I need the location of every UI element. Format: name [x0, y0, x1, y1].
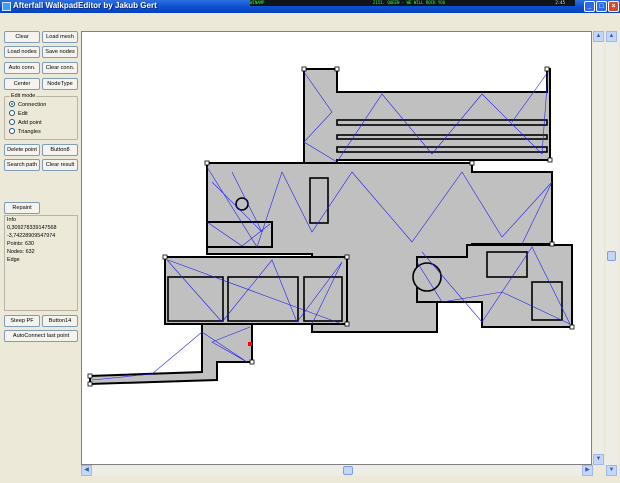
center-button[interactable]: Center [4, 78, 40, 90]
search-path-button[interactable]: Search path [4, 159, 40, 171]
load-nodes-button[interactable]: Load nodes [4, 46, 40, 58]
radio-triangles[interactable]: Triangles [9, 128, 41, 136]
winamp-strip[interactable]: WINAMP 2151. QUEEN - WE WILL ROCK YOU 2:… [250, 0, 575, 6]
corridor-strip-1 [336, 119, 548, 126]
info-line-y: -3,742289095479​74 [7, 233, 56, 239]
winamp-label: WINAMP [250, 0, 265, 5]
selected-node[interactable] [248, 342, 252, 346]
node[interactable] [87, 381, 93, 387]
radio-icon [9, 128, 15, 134]
autoconnect-last-point-button[interactable]: AutoConnect last point [4, 330, 78, 342]
winamp-track: 2151. QUEEN - WE WILL ROCK YOU [372, 0, 446, 5]
block-1 [309, 177, 329, 224]
radio-label: Edit [18, 111, 28, 117]
wall-shapes [89, 68, 573, 386]
corridor-strip-3 [336, 134, 548, 140]
info-line-x: 0,309278339147568 [7, 225, 57, 231]
edit-mode-caption: Edit mode [10, 93, 37, 99]
edit-mode-group: Edit mode Connection Edit Add point Tria… [4, 93, 78, 140]
clear-result-button[interactable]: Clear result [42, 159, 78, 171]
arrow-up-icon[interactable]: ▲ [606, 31, 617, 42]
canvas-vertical-scrollbar[interactable]: ▲ ▼ [593, 31, 604, 465]
delete-point-button[interactable]: Delete point [4, 144, 40, 156]
node[interactable] [249, 359, 255, 365]
minimize-button[interactable]: _ [584, 1, 595, 12]
node[interactable] [569, 324, 575, 330]
info-line-edge: Edge [7, 257, 20, 263]
corridor-strip-2 [336, 146, 548, 153]
room-a [167, 276, 224, 322]
radio-label: Add point [18, 120, 42, 126]
button14[interactable]: Button14 [42, 315, 78, 327]
block-3 [531, 281, 563, 321]
node[interactable] [162, 254, 168, 260]
info-caption: Info [7, 217, 16, 223]
radio-icon [9, 119, 15, 125]
clear-conn-button[interactable]: Clear conn. [42, 62, 78, 74]
canvas-horizontal-scrollbar[interactable]: ◀ ▶ [81, 465, 593, 476]
radio-selected-icon [9, 101, 15, 107]
node[interactable] [87, 373, 93, 379]
walkpad-map[interactable] [82, 32, 592, 465]
node[interactable] [301, 66, 307, 72]
clear-button[interactable]: Clear [4, 31, 40, 43]
radio-edit[interactable]: Edit [9, 110, 28, 118]
load-mesh-button[interactable]: Load mesh [42, 31, 78, 43]
southwest-spur [89, 323, 253, 386]
horizontal-scroll-thumb[interactable] [343, 466, 353, 475]
node[interactable] [469, 160, 475, 166]
node[interactable] [549, 241, 555, 247]
maximize-button[interactable]: □ [596, 1, 607, 12]
radio-add-point[interactable]: Add point [9, 119, 42, 127]
node[interactable] [544, 66, 550, 72]
close-button[interactable]: × [608, 1, 619, 12]
arrow-left-icon[interactable]: ◀ [81, 465, 92, 476]
winamp-time: 2:45 [555, 0, 565, 5]
info-line-points: Points: 630 [7, 241, 34, 247]
block-2 [486, 251, 528, 278]
arrow-down-icon[interactable]: ▼ [593, 454, 604, 465]
app-icon [2, 2, 11, 11]
west-room [206, 221, 273, 248]
north-corridors [303, 68, 551, 169]
vertical-scroll-thumb[interactable] [607, 251, 616, 261]
window-vertical-scrollbar[interactable]: ▲ ▼ [606, 31, 618, 476]
map-canvas[interactable] [81, 31, 592, 465]
title-bar: Afterfall WalkpadEditor by Jakub Gert WI… [0, 0, 620, 13]
radio-label: Connection [18, 102, 47, 108]
steep-pf-button[interactable]: Steep PF [4, 315, 40, 327]
node[interactable] [334, 66, 340, 72]
radio-label: Triangles [18, 129, 41, 135]
node[interactable] [547, 157, 553, 163]
info-line-nodes: Nodes: 632 [7, 249, 35, 255]
arrow-up-icon[interactable]: ▲ [593, 31, 604, 42]
arrow-right-icon[interactable]: ▶ [582, 465, 593, 476]
save-nodes-button[interactable]: Save nodes [42, 46, 78, 58]
window-title: Afterfall WalkpadEditor by Jakub Gert [13, 1, 157, 10]
room-c [303, 276, 343, 322]
round-room [412, 262, 442, 292]
radio-connection[interactable]: Connection [9, 101, 46, 109]
repaint-button[interactable]: Repaint [4, 202, 40, 214]
arrow-down-icon[interactable]: ▼ [606, 465, 617, 476]
node[interactable] [344, 321, 350, 327]
auto-conn-button[interactable]: Auto conn. [4, 62, 40, 74]
node[interactable] [204, 160, 210, 166]
button8[interactable]: Button8 [42, 144, 78, 156]
radio-icon [9, 110, 15, 116]
node[interactable] [344, 254, 350, 260]
node-type-button[interactable]: NodeType [42, 78, 78, 90]
info-panel: Info 0,309278339147568 -3,742289095479​7… [4, 215, 78, 311]
